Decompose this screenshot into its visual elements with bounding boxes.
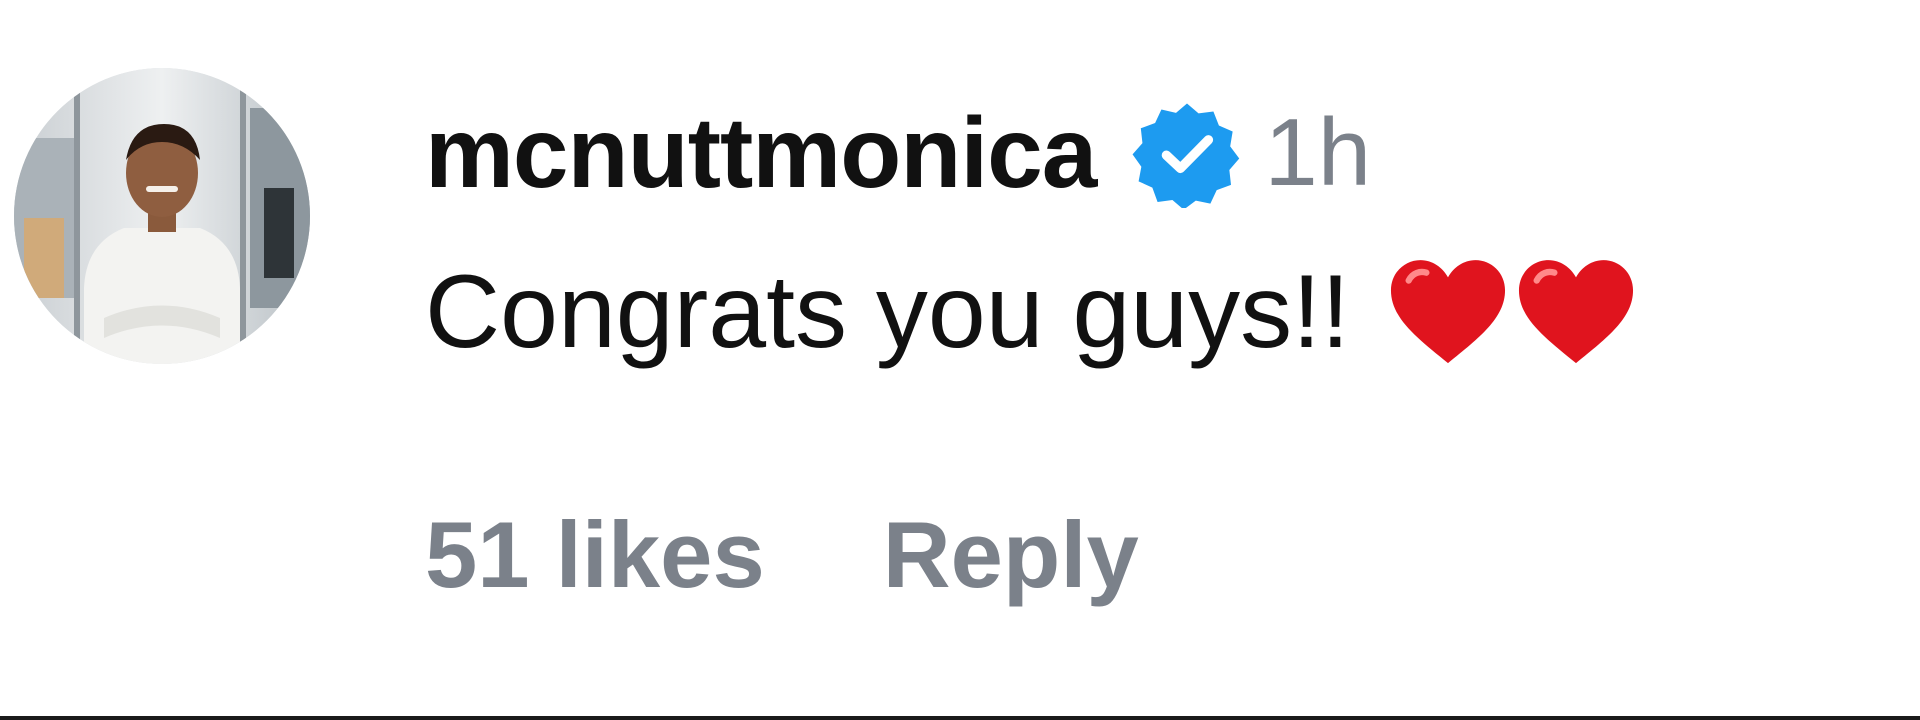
red-heart-icon [1384,253,1512,371]
comment-body: Congrats you guys!! [425,253,1350,370]
comment-actions: 51 likes Reply [425,500,1139,610]
verified-badge-icon [1132,98,1242,210]
reply-button[interactable]: Reply [883,501,1139,609]
comment-header: mcnuttmonica 1h [425,96,1372,211]
likes-count[interactable]: 51 likes [425,501,765,609]
divider [0,716,1920,720]
profile-photo-icon [14,68,310,364]
comment-time: 1h [1264,99,1372,206]
username[interactable]: mcnuttmonica [425,96,1097,211]
avatar[interactable] [14,68,310,364]
comment: mcnuttmonica 1h Congrats you guys!! 51 l… [0,0,1920,720]
emoji-group [1384,253,1640,371]
comment-text: Congrats you guys!! [425,252,1640,372]
red-heart-icon [1512,253,1640,371]
